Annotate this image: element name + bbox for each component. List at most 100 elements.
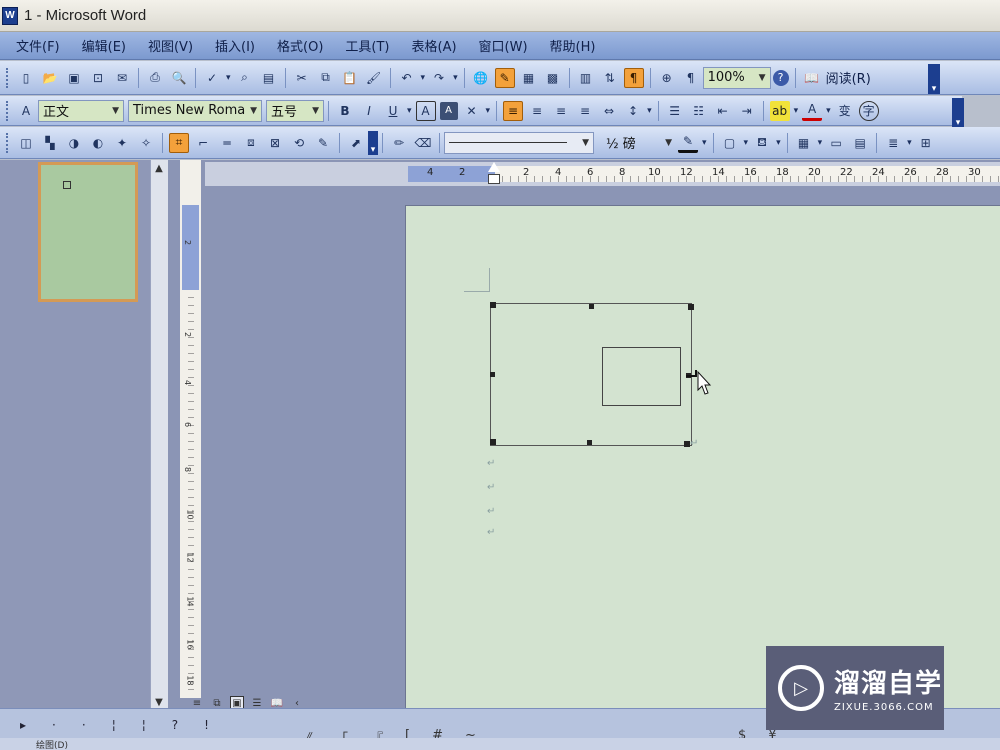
open-icon[interactable]: 📂 <box>40 68 60 88</box>
style-combo[interactable]: 正文 ▼ <box>38 99 124 122</box>
show-hide-icon[interactable]: ¶ <box>623 67 644 88</box>
rotate-icon[interactable]: ⟲ <box>289 133 309 153</box>
line-style-icon[interactable]: ═ <box>217 133 237 153</box>
redo-icon[interactable]: ↷ <box>429 68 449 88</box>
bold-button[interactable]: B <box>335 101 355 121</box>
highlight-icon[interactable]: ab <box>769 100 790 121</box>
menu-help[interactable]: 帮助(H) <box>548 34 598 57</box>
horizontal-ruler[interactable]: L 4 2 2 4 6 8 10 12 14 16 18 20 22 24 26… <box>181 162 1000 186</box>
research-icon[interactable]: ⌕ <box>235 68 255 88</box>
toolbar-options-chevron-icon[interactable]: ▾ <box>928 64 940 94</box>
word-app-icon[interactable]: W <box>2 6 18 25</box>
toolbar-options-chevron-icon[interactable]: ▾ <box>368 130 378 155</box>
arrow-icon[interactable]: ¦ <box>142 718 146 732</box>
phonetic-guide-button[interactable]: 变 <box>835 101 855 121</box>
numbering-icon[interactable]: ☰ <box>665 101 685 121</box>
zoom-icon[interactable]: ⊕ <box>657 68 677 88</box>
underline-button[interactable]: U <box>383 101 403 121</box>
compress-icon[interactable]: ⧈ <box>241 133 261 153</box>
line-style-combo[interactable]: ▼ <box>444 131 594 154</box>
menu-insert[interactable]: 插入(I) <box>213 34 257 57</box>
underline-dropdown-icon[interactable]: ▾ <box>407 106 412 116</box>
first-line-indent-marker[interactable] <box>488 162 500 172</box>
resize-handle[interactable] <box>589 304 594 309</box>
chevron-down-icon[interactable]: ▼ <box>582 138 589 148</box>
spelling-icon[interactable]: ✓ <box>202 68 222 88</box>
font-color-button[interactable]: A <box>802 101 823 121</box>
scale-icon[interactable]: ◑ <box>64 133 84 153</box>
email-icon[interactable]: ✉ <box>112 68 132 88</box>
toolbar-grip[interactable] <box>6 67 10 88</box>
align-left-icon[interactable]: ≡ <box>527 101 547 121</box>
draw-table-pen-icon[interactable]: ✏ <box>389 133 409 153</box>
draw-table-icon[interactable]: ⌐ <box>193 133 213 153</box>
pencil-icon[interactable]: ✎ <box>313 133 333 153</box>
drawing-toggle-icon[interactable]: ✎ <box>494 67 515 88</box>
picture-wrap-icon[interactable]: ⊠ <box>265 133 285 153</box>
cut-icon[interactable]: ✂ <box>292 68 312 88</box>
select-objects-icon[interactable]: · <box>52 718 56 732</box>
format-marks-icon[interactable]: ¶ <box>681 68 701 88</box>
table-icon[interactable]: ▦ <box>519 68 539 88</box>
eraser-icon[interactable]: ⌫ <box>413 133 433 153</box>
shape2-icon[interactable]: ✧ <box>136 133 156 153</box>
spelling-dropdown-icon[interactable]: ▾ <box>226 73 231 83</box>
chevron-down-icon[interactable]: ▼ <box>665 138 672 148</box>
italic-button[interactable]: I <box>359 101 379 121</box>
border-color-dropdown-icon[interactable]: ▾ <box>702 138 707 148</box>
undo-icon[interactable]: ↶ <box>397 68 417 88</box>
page-thumbnail[interactable] <box>38 162 138 302</box>
autoshape-icon[interactable]: · <box>82 718 86 732</box>
cell-align-icon[interactable]: ≣ <box>883 133 903 153</box>
rectangle-shape[interactable] <box>602 347 681 406</box>
draw-menu-label[interactable]: 绘图(D) <box>36 738 68 750</box>
excel-icon[interactable]: ▩ <box>543 68 563 88</box>
shading-dropdown-icon[interactable]: ▾ <box>776 138 781 148</box>
research-book-icon[interactable]: ▤ <box>259 68 279 88</box>
doc-map-icon[interactable]: ⇅ <box>600 68 620 88</box>
align-center-icon[interactable]: ≡ <box>551 101 571 121</box>
split-cells-icon[interactable]: ▤ <box>850 133 870 153</box>
paste-icon[interactable]: 📋 <box>340 68 360 88</box>
line-icon[interactable]: ¦ <box>112 718 116 732</box>
insert-table-icon[interactable]: ▦ <box>794 133 814 153</box>
resize-handle[interactable] <box>688 304 694 310</box>
decrease-indent-icon[interactable]: ⇤ <box>713 101 733 121</box>
char-scale-icon[interactable]: ✕ <box>462 101 482 121</box>
borders-dropdown-icon[interactable]: ▾ <box>744 138 749 148</box>
border-color-icon[interactable]: ✎ <box>678 133 698 153</box>
enclose-char-button[interactable]: 字 <box>858 100 879 121</box>
menu-file[interactable]: 文件(F) <box>14 34 62 57</box>
bullets-icon[interactable]: ☷ <box>689 101 709 121</box>
merge-cells-icon[interactable]: ▭ <box>826 133 846 153</box>
document-page[interactable] <box>405 205 1000 708</box>
reading-icon[interactable]: 📖 <box>802 68 822 88</box>
hyperlink-icon[interactable]: 🌐 <box>471 68 491 88</box>
chevron-down-icon[interactable]: ▼ <box>312 106 319 116</box>
distribute-rows-icon[interactable]: ⊞ <box>916 133 936 153</box>
font-color-dropdown-icon[interactable]: ▾ <box>826 106 831 116</box>
font-size-combo[interactable]: 五号 ▼ <box>266 99 324 122</box>
toolbar-grip[interactable] <box>6 100 10 121</box>
permission-icon[interactable]: ⊡ <box>88 68 108 88</box>
resize-handle[interactable] <box>587 440 592 445</box>
toolbar-options-chevron-icon[interactable]: ▾ <box>952 98 964 128</box>
toolbar-grip[interactable] <box>6 132 10 153</box>
text-wrap-icon[interactable]: ◐ <box>88 133 108 153</box>
reading-label[interactable]: 阅读(R) <box>826 68 871 87</box>
line-spacing-dropdown-icon[interactable]: ▾ <box>647 106 652 116</box>
format-painter-icon[interactable]: 🖌 <box>364 68 384 88</box>
chevron-down-icon[interactable]: ▼ <box>759 73 766 83</box>
menu-window[interactable]: 窗口(W) <box>477 34 530 57</box>
question-icon[interactable]: ? <box>172 718 178 732</box>
print-preview-icon[interactable]: 🔍 <box>169 68 189 88</box>
save-icon[interactable]: ▣ <box>64 68 84 88</box>
menu-format[interactable]: 格式(O) <box>275 34 325 57</box>
undo-dropdown-icon[interactable]: ▾ <box>421 73 426 83</box>
chevron-down-icon[interactable]: ▼ <box>112 106 119 116</box>
line-spacing-icon[interactable]: ↕ <box>623 101 643 121</box>
redo-dropdown-icon[interactable]: ▾ <box>453 73 458 83</box>
resize-handle[interactable] <box>490 439 496 445</box>
styles-pane-icon[interactable]: A <box>16 101 36 121</box>
vertical-ruler[interactable]: 2 2 4 6 8 10 12 14 16 18 <box>180 160 202 698</box>
